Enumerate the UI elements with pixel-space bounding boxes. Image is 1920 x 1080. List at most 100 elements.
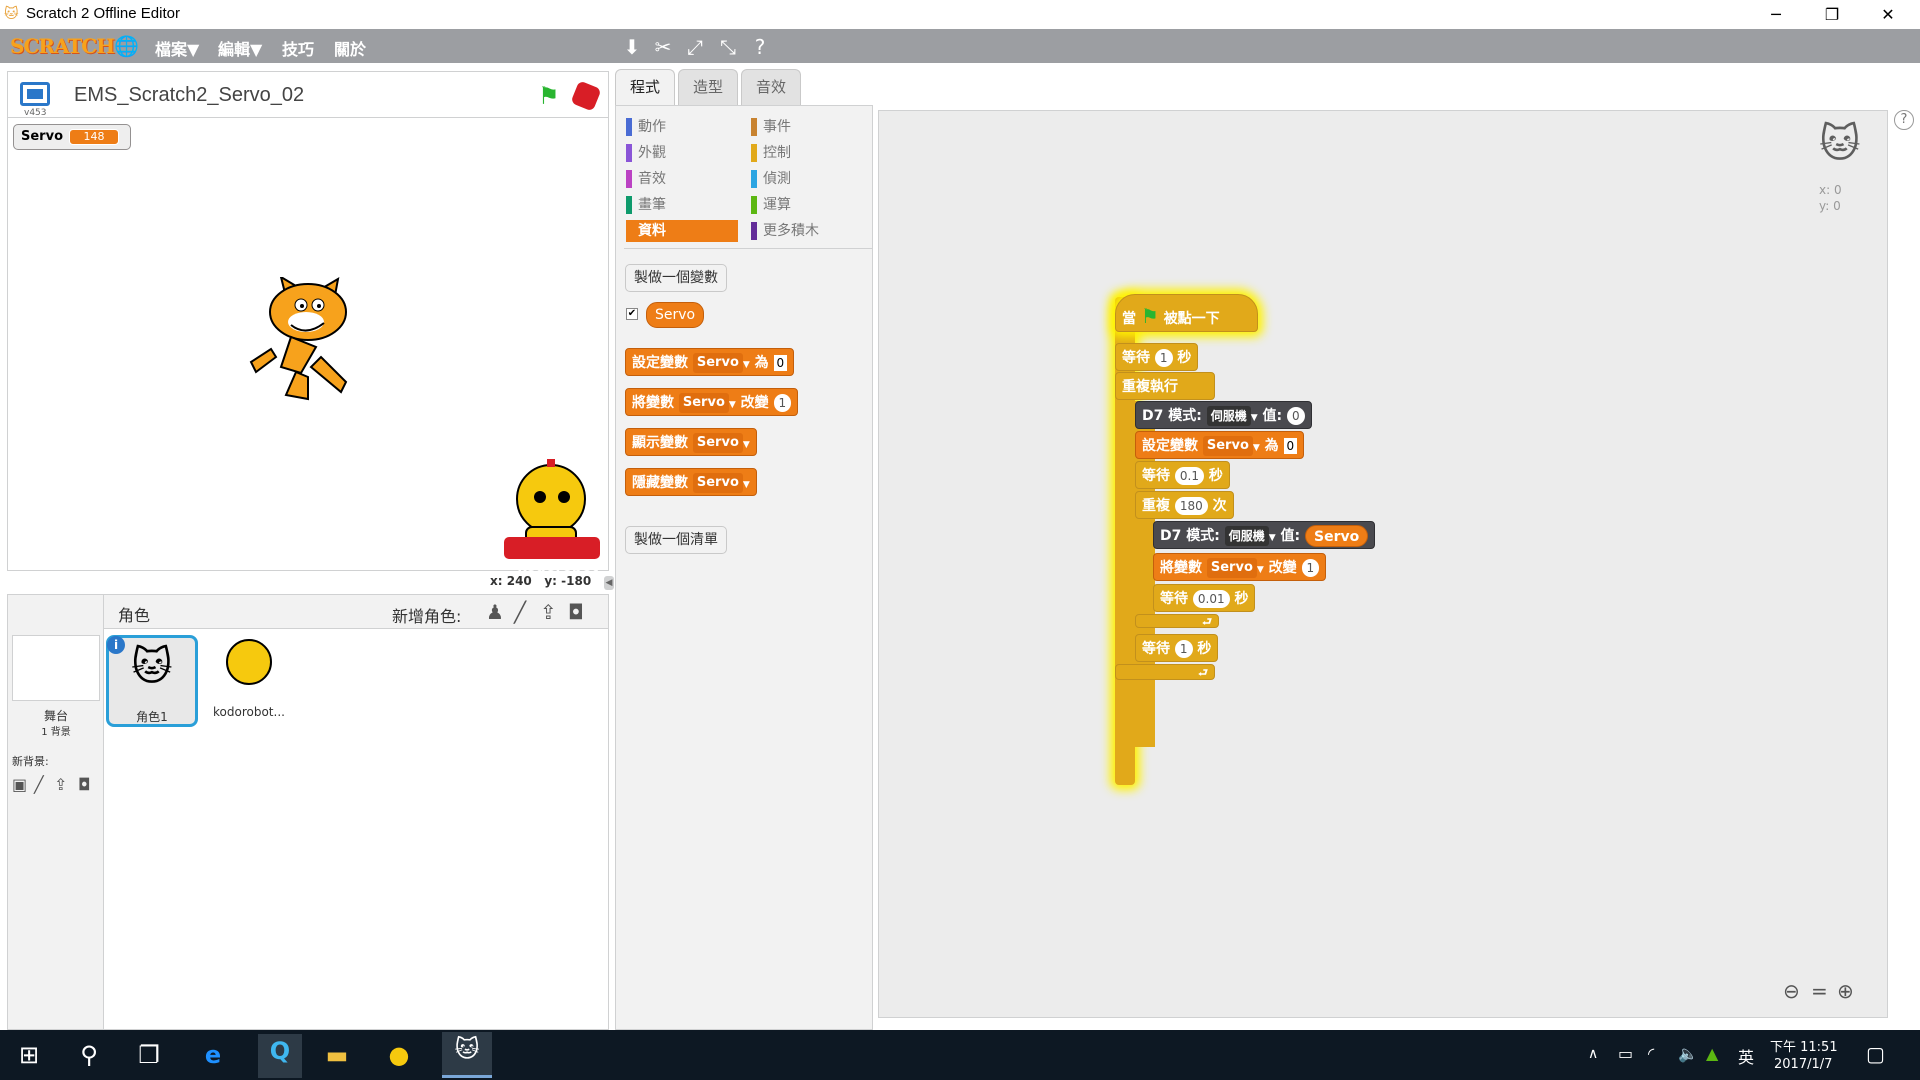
wait-block[interactable]: 等待 0.1 秒 (1135, 461, 1230, 489)
script-area[interactable]: 🐱 x: 0 y: 0 當 ⚑ 被點一下 等待 1 秒 重複執行 D7 模式: … (878, 110, 1888, 1018)
category-data[interactable]: 資料 (626, 220, 738, 242)
tray-chevron-icon[interactable]: ∧ (1588, 1046, 1598, 1062)
close-button[interactable]: ✕ (1860, 0, 1916, 29)
when-flag-clicked-block[interactable]: 當 ⚑ 被點一下 (1115, 294, 1258, 332)
category-list-left: 動作 外觀 音效 畫筆 資料 (626, 116, 738, 242)
menu-tips[interactable]: 技巧 (282, 36, 314, 60)
sprite-library-icon[interactable]: ♟ (486, 600, 504, 624)
cat-sprite[interactable] (246, 277, 376, 407)
clock-time[interactable]: 下午 11:51 (1770, 1036, 1838, 1055)
zoom-in-icon[interactable]: ⊕ (1837, 979, 1854, 1003)
duplicate-icon[interactable]: ⬇ (620, 35, 644, 59)
set-variable-block[interactable]: 設定變數 Servo ▼ 為 0 (625, 348, 795, 376)
sprite-name: kodorobot... (213, 705, 285, 719)
variable-monitor[interactable]: Servo 148 (13, 124, 131, 150)
shrink-icon[interactable]: ⤡ (716, 35, 740, 59)
category-list-right: 事件 控制 偵測 運算 更多積木 (751, 116, 863, 242)
ime-indicator[interactable]: 英 (1738, 1044, 1754, 1068)
sprite-card-cat[interactable]: i 🐱 角色1 (106, 635, 198, 727)
category-sensing[interactable]: 偵測 (751, 168, 863, 190)
info-icon[interactable]: i (107, 636, 125, 654)
category-looks[interactable]: 外觀 (626, 142, 738, 164)
windows-start-icon[interactable]: ⊞ (12, 1038, 46, 1072)
kodorobot-app-icon[interactable]: ● (382, 1038, 416, 1072)
wifi-icon[interactable]: ◜ (1648, 1044, 1654, 1063)
set-variable-block[interactable]: 設定變數 Servo ▼ 為 0 (1135, 431, 1305, 459)
category-events[interactable]: 事件 (751, 116, 863, 138)
notification-icon[interactable]: ▢ (1866, 1042, 1885, 1066)
battery-icon[interactable]: ▭ (1618, 1044, 1633, 1063)
maximize-button[interactable]: ❐ (1804, 0, 1860, 29)
repeat-block[interactable]: 重複 180 次 (1135, 491, 1234, 519)
green-flag-icon[interactable]: ⚑ (538, 82, 560, 110)
clock-date[interactable]: 2017/1/7 (1774, 1057, 1832, 1072)
make-variable-button[interactable]: 製做一個變數 (625, 264, 727, 292)
stage-thumbnail[interactable] (12, 635, 100, 701)
zoom-reset-icon[interactable]: = (1811, 979, 1828, 1003)
menu-bar: SCRATCH 🌐 檔案▼ 編輯▼ 技巧 關於 ⬇ ✂ ⤢ ⤡ ? (0, 29, 1920, 63)
kodorobot-logo-text: kodorobot (518, 559, 599, 575)
task-view-icon[interactable]: ❐ (132, 1038, 166, 1072)
grow-icon[interactable]: ⤢ (683, 35, 707, 59)
backdrop-upload-icon[interactable]: ⇪ (54, 775, 67, 794)
backdrop-camera-icon[interactable]: ◘ (78, 775, 91, 794)
search-icon[interactable]: ⚲ (72, 1038, 106, 1072)
kodorobot-sprite[interactable] (496, 457, 606, 567)
menu-file[interactable]: 檔案▼ (155, 36, 199, 60)
scratch-logo[interactable]: SCRATCH (10, 34, 115, 58)
category-operators[interactable]: 運算 (751, 194, 863, 216)
backdrop-brush-icon[interactable]: ╱ (34, 775, 44, 794)
change-variable-block[interactable]: 將變數 Servo ▼ 改變 1 (625, 388, 799, 416)
window-title: Scratch 2 Offline Editor (26, 5, 180, 22)
tab-costumes[interactable]: 造型 (678, 69, 738, 105)
hide-variable-block[interactable]: 隱藏變數 Servo ▼ (625, 468, 757, 496)
stage-label: 舞台 (43, 709, 68, 723)
scratch-app-icon[interactable]: 🐱 (442, 1032, 492, 1078)
file-explorer-icon[interactable]: ▬ (320, 1038, 354, 1072)
forever-block[interactable]: 重複執行 (1115, 372, 1215, 400)
minimize-button[interactable]: ─ (1748, 0, 1804, 29)
backdrop-paint-icon[interactable]: ▣ (12, 775, 27, 794)
browser-app-icon[interactable]: Q (258, 1034, 302, 1078)
block-palette: 動作 外觀 音效 畫筆 資料 事件 控制 偵測 運算 更多積木 製做一個變數 ✔… (615, 105, 873, 1030)
globe-icon[interactable]: 🌐 (114, 34, 139, 58)
paint-sprite-icon[interactable]: ╱ (514, 600, 526, 624)
edge-browser-icon[interactable]: e (196, 1038, 230, 1072)
wait-block[interactable]: 等待 1 秒 (1135, 634, 1219, 662)
category-motion[interactable]: 動作 (626, 116, 738, 138)
menu-edit[interactable]: 編輯▼ (218, 36, 262, 60)
wait-block[interactable]: 等待 0.01 秒 (1153, 584, 1256, 612)
menu-about[interactable]: 關於 (334, 36, 366, 60)
stop-icon[interactable] (570, 80, 602, 112)
volume-icon[interactable]: 🔈 (1678, 1044, 1698, 1063)
drive-icon[interactable]: ▲ (1706, 1044, 1718, 1063)
category-sound[interactable]: 音效 (626, 168, 738, 190)
fullscreen-icon[interactable] (20, 82, 50, 106)
sprite-card-kodorobot[interactable]: kodorobot... (204, 635, 294, 725)
delete-icon[interactable]: ✂ (651, 35, 675, 59)
category-more-blocks[interactable]: 更多積木 (751, 220, 863, 242)
change-variable-block[interactable]: 將變數 Servo ▼ 改變 1 (1153, 553, 1327, 581)
collapse-stage-icon[interactable]: ◀ (604, 576, 614, 590)
camera-sprite-icon[interactable]: ◘ (568, 600, 584, 624)
category-control[interactable]: 控制 (751, 142, 863, 164)
variable-reporter[interactable]: Servo (646, 302, 705, 328)
help-tips-icon[interactable]: ? (1894, 110, 1914, 130)
project-name[interactable]: EMS_Scratch2_Servo_02 (74, 84, 304, 107)
d7-servo-block[interactable]: D7 模式: 伺服機 ▼ 值: 0 (1135, 401, 1312, 429)
make-list-button[interactable]: 製做一個清單 (625, 526, 727, 554)
zoom-out-icon[interactable]: ⊖ (1783, 979, 1800, 1003)
show-variable-block[interactable]: 顯示變數 Servo ▼ (625, 428, 757, 456)
variable-checkbox[interactable]: ✔ (626, 308, 638, 320)
stage-column: 舞台 1 背景 新背景: ▣ ╱ ⇪ ◘ (8, 595, 104, 1029)
stage-coords: x: 240 y: -180 (490, 574, 592, 588)
wait-block[interactable]: 等待 1 秒 (1115, 343, 1199, 371)
tab-scripts[interactable]: 程式 (615, 69, 675, 105)
new-backdrop-label: 新背景: (12, 755, 49, 768)
d7-servo-block[interactable]: D7 模式: 伺服機 ▼ 值: Servo (1153, 521, 1376, 549)
category-pen[interactable]: 畫筆 (626, 194, 738, 216)
sprites-label: 角色 (118, 606, 151, 625)
help-icon[interactable]: ? (748, 35, 772, 59)
tab-sounds[interactable]: 音效 (741, 69, 801, 105)
upload-sprite-icon[interactable]: ⇪ (540, 600, 557, 624)
